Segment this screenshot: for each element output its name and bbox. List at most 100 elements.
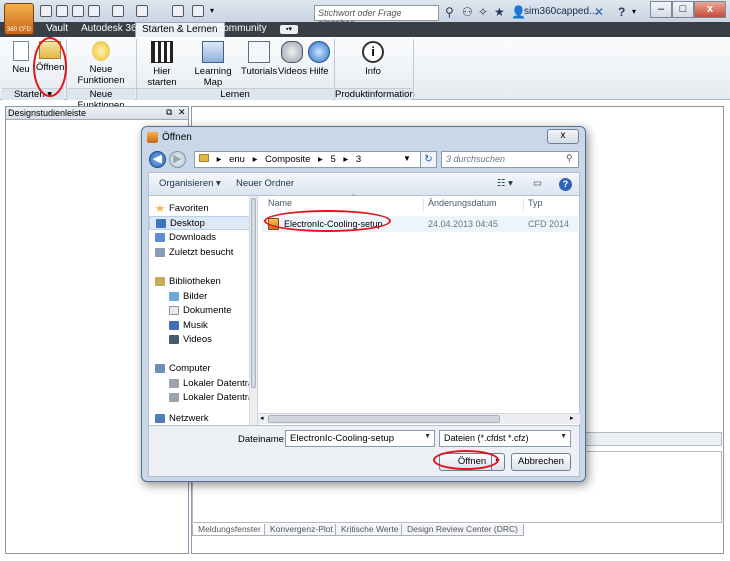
file-list-hscrollbar[interactable]: ◂ ▸ xyxy=(258,413,580,424)
toolbar-icon[interactable] xyxy=(192,5,204,17)
nav-recent[interactable]: Zuletzt besucht xyxy=(149,246,255,260)
new-folder-button[interactable]: Neuer Ordner xyxy=(236,178,294,189)
videos-button[interactable]: Videos xyxy=(278,39,307,84)
maximize-button[interactable]: □ xyxy=(672,1,694,18)
column-date[interactable]: Änderungsdatum xyxy=(424,198,524,212)
breadcrumb-5[interactable]: 5 xyxy=(330,154,335,165)
nav-computer[interactable]: Computer xyxy=(149,362,255,376)
tab-community[interactable]: Community xyxy=(210,22,273,37)
panel-starten[interactable]: Starten ▾ xyxy=(2,88,64,100)
breadcrumb-sep: ▸ xyxy=(318,154,323,165)
open-file-button[interactable]: Öffnen ▼ xyxy=(439,453,505,471)
nav-network-label: Netzwerk xyxy=(169,413,209,423)
new-file-icon[interactable] xyxy=(40,5,52,17)
tab-convergence-plot[interactable]: Konvergenz-Plot xyxy=(264,524,339,536)
nav-desktop[interactable]: Desktop xyxy=(149,216,255,230)
open-folder-icon[interactable] xyxy=(56,5,68,17)
tutorials-icon xyxy=(248,41,270,63)
hscroll-thumb[interactable] xyxy=(268,415,500,423)
output-tabs: Meldungsfenster Konvergenz-Plot Kritisch… xyxy=(192,524,722,537)
folder-search-input[interactable]: 3 durchsuchen ⚲ xyxy=(441,151,579,168)
help-icon[interactable]: ? xyxy=(559,178,572,191)
address-dropdown-icon[interactable]: ▼ xyxy=(403,154,411,163)
back-arrow-icon[interactable]: ◀ xyxy=(149,151,166,168)
file-date: 24.04.2013 04:45 xyxy=(428,219,499,229)
open-button-label: Öffnen xyxy=(36,62,65,73)
learning-map-button[interactable]: Learning Map xyxy=(186,39,240,88)
organize-button[interactable]: Organisieren ▾ xyxy=(159,178,221,189)
breadcrumb-enu[interactable]: enu xyxy=(229,154,245,165)
file-row[interactable]: ElectronIc-Cooling-setup 24.04.2013 04:4… xyxy=(262,216,578,232)
window-icon[interactable] xyxy=(172,5,184,17)
help-dropdown-icon[interactable]: ▾ xyxy=(632,7,636,16)
filename-dropdown-icon[interactable]: ▼ xyxy=(424,433,431,440)
nav-libraries[interactable]: Bibliotheken xyxy=(149,275,255,289)
preview-pane-icon[interactable]: ▭ xyxy=(533,178,542,189)
address-bar[interactable]: ▸ enu ▸ Composite ▸ 5 ▸ 3 ▼ xyxy=(194,151,431,168)
nav-downloads[interactable]: Downloads xyxy=(149,231,255,245)
ribbon-options-icon[interactable]: ▪▾ xyxy=(280,25,298,34)
tab-design-review-center[interactable]: Design Review Center (DRC) xyxy=(401,524,525,536)
tab-critical-values[interactable]: Kritische Werte xyxy=(335,524,405,536)
open-button[interactable]: Öffnen xyxy=(36,39,64,84)
breadcrumb-3[interactable]: 3 xyxy=(356,154,361,165)
layout-icon[interactable] xyxy=(136,5,148,17)
nav-favorites[interactable]: Favoriten xyxy=(149,202,255,216)
folder-icon xyxy=(199,154,209,162)
new-button[interactable]: Neu xyxy=(8,39,34,84)
tab-vault[interactable]: Vault xyxy=(40,22,74,37)
application-menu-button[interactable]: 360 CFD xyxy=(4,3,34,35)
filetype-dropdown-icon[interactable]: ▼ xyxy=(560,433,567,440)
undo-icon[interactable] xyxy=(88,5,100,17)
forward-arrow-icon[interactable]: ▶ xyxy=(169,151,186,168)
cancel-button[interactable]: Abbrechen xyxy=(511,453,571,471)
panel-produktinformation: Produktinformation xyxy=(335,88,415,100)
nav-network[interactable]: Netzwerk xyxy=(149,412,255,423)
nav-scroll-thumb[interactable] xyxy=(251,198,256,388)
desktop-icon xyxy=(156,219,166,228)
save-icon[interactable] xyxy=(72,5,84,17)
scroll-left-icon[interactable]: ◂ xyxy=(260,414,264,422)
filename-input[interactable]: ElectronIc-Cooling-setup ▼ xyxy=(285,430,435,447)
tutorials-button[interactable]: Tutorials xyxy=(241,39,277,84)
binoculars-icon[interactable]: ⚲ xyxy=(445,5,454,19)
breadcrumb-sep: ▸ xyxy=(252,154,258,165)
dialog-close-button[interactable]: x xyxy=(547,129,579,144)
nav-local-disk-1[interactable]: Lokaler Datenträg xyxy=(149,377,255,391)
minimize-button[interactable]: – xyxy=(650,1,672,18)
info-button[interactable]: i Info xyxy=(356,39,390,84)
subscription-icon[interactable]: ✧ xyxy=(478,5,488,19)
new-features-button[interactable]: Neue Funktionen xyxy=(68,39,134,86)
scroll-right-icon[interactable]: ▸ xyxy=(570,414,574,422)
column-name[interactable]: Name xyxy=(264,198,424,212)
nav-computer-label: Computer xyxy=(169,363,211,374)
filetype-select[interactable]: Dateien (*.cfdst *.cfz) ▼ xyxy=(439,430,571,447)
nav-local-disk-2[interactable]: Lokaler Datenträg xyxy=(149,391,255,405)
qat-dropdown-icon[interactable]: ▾ xyxy=(210,6,214,15)
nav-videos[interactable]: Videos xyxy=(149,333,255,347)
exchange-icon[interactable]: ✕ xyxy=(594,5,604,19)
star-icon[interactable]: ★ xyxy=(494,5,505,19)
undock-icon[interactable]: ⧉ xyxy=(166,107,172,118)
help-icon[interactable]: ? xyxy=(618,5,625,19)
split-divider xyxy=(491,454,492,470)
people-icon[interactable]: ⚇ xyxy=(462,5,473,19)
nav-scrollbar[interactable] xyxy=(249,196,257,425)
help-search-input[interactable]: Stichwort oder Frage eingeben xyxy=(314,5,439,28)
nav-pictures[interactable]: Bilder xyxy=(149,290,255,304)
column-type[interactable]: Typ xyxy=(524,198,580,212)
tab-messages[interactable]: Meldungsfenster xyxy=(192,524,267,536)
view-options-icon[interactable]: ☷ ▾ xyxy=(497,178,513,189)
nav-music[interactable]: Musik xyxy=(149,319,255,333)
breadcrumb-composite[interactable]: Composite xyxy=(265,154,310,165)
info-label: Info xyxy=(365,66,381,77)
user-name[interactable]: sim360capped... xyxy=(524,6,597,17)
copy-icon[interactable] xyxy=(112,5,124,17)
nav-documents[interactable]: Dokumente xyxy=(149,304,255,318)
close-panel-icon[interactable]: ✕ xyxy=(178,107,186,118)
help-button[interactable]: Hilfe xyxy=(306,39,332,84)
open-options-icon[interactable]: ▼ xyxy=(494,454,501,470)
start-here-button[interactable]: Hier starten xyxy=(139,39,185,88)
refresh-icon[interactable]: ↻ xyxy=(420,151,437,168)
close-window-button[interactable]: x xyxy=(694,1,726,18)
